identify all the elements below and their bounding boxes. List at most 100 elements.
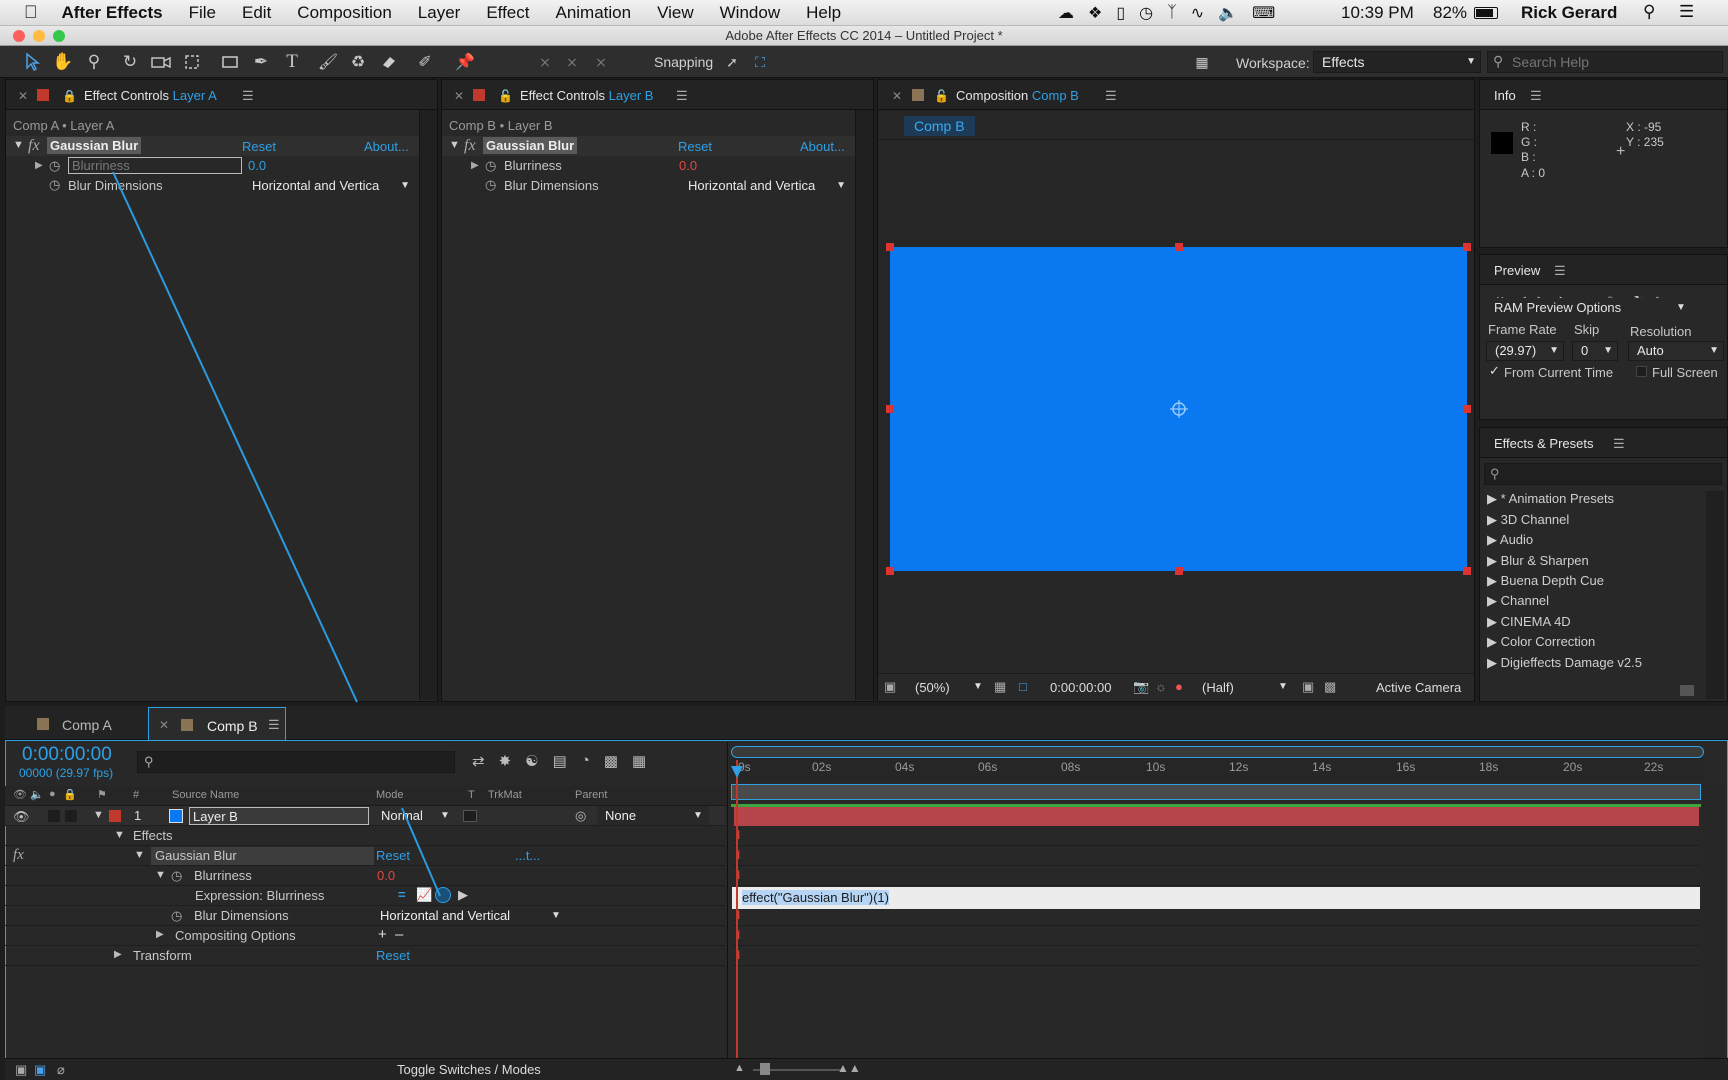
minimize-window-icon[interactable] xyxy=(33,30,45,42)
disclosure-triangle-closed[interactable]: ▶ xyxy=(114,949,122,960)
workspace-icon[interactable]: ▦ xyxy=(1191,51,1213,73)
menu-help[interactable]: Help xyxy=(806,3,841,23)
show-snapshot-icon[interactable]: ☼ xyxy=(1155,679,1167,694)
effects-list-item[interactable]: ▶ Buena Depth Cue xyxy=(1487,573,1604,589)
snap-edges-icon[interactable]: ➚ xyxy=(721,51,743,73)
menu-effect[interactable]: Effect xyxy=(486,3,529,23)
column-source-name[interactable]: Source Name xyxy=(172,789,239,801)
layer-handle[interactable] xyxy=(1175,567,1183,575)
effect-controls-b-tab[interactable]: Effect Controls Layer B xyxy=(520,88,653,103)
keyboard-icon[interactable]: ⌨ xyxy=(1252,3,1275,23)
zoom-in-icon[interactable]: ▲▲ xyxy=(837,1061,861,1075)
frame-rate-dropdown[interactable]: (29.97) ▼ xyxy=(1486,341,1564,361)
chevron-down-icon[interactable]: ▼ xyxy=(973,681,983,692)
from-current-time-checkbox[interactable]: ✓ xyxy=(1489,363,1500,379)
disclosure-triangle-closed[interactable]: ▶ xyxy=(156,929,164,940)
effect-row[interactable]: fx ▼ Gaussian Blur Reset ...t... xyxy=(5,846,725,866)
user-name[interactable]: Rick Gerard xyxy=(1521,3,1617,23)
expand-layer-switches-icon[interactable]: ▣ xyxy=(15,1062,27,1078)
effects-list-item[interactable]: ▶ Audio xyxy=(1487,532,1533,548)
menu-animation[interactable]: Animation xyxy=(555,3,631,23)
effects-list-item[interactable]: ▶ Color Correction xyxy=(1487,634,1595,650)
search-help-field[interactable]: ⚲ xyxy=(1487,51,1723,73)
column-mode[interactable]: Mode xyxy=(376,789,404,801)
parent-dropdown[interactable]: None ▼ xyxy=(597,806,709,825)
clock[interactable]: 10:39 PM xyxy=(1341,3,1414,23)
close-tab-icon[interactable]: ✕ xyxy=(454,89,464,103)
property-row[interactable]: ◷ Blur Dimensions Horizontal and Vertica… xyxy=(5,906,725,926)
zoom-out-icon[interactable]: ▲ xyxy=(734,1062,745,1074)
camera-view-dropdown[interactable]: Active Camera xyxy=(1376,680,1461,695)
transform-row[interactable]: ▶ Transform Reset xyxy=(5,946,725,966)
effect-controls-a-tab[interactable]: Effect Controls Layer A xyxy=(84,88,217,103)
expression-text[interactable]: effect("Gaussian Blur")(1) xyxy=(742,890,889,905)
time-navigator[interactable] xyxy=(731,746,1704,758)
preserve-transparency-checkbox[interactable] xyxy=(463,810,477,822)
menu-edit[interactable]: Edit xyxy=(242,3,271,23)
type-tool-icon[interactable]: T xyxy=(281,51,303,73)
timeline-scrollbar[interactable] xyxy=(1703,784,1725,1058)
visibility-eye-icon[interactable]: 👁 xyxy=(13,809,30,825)
hand-tool-icon[interactable]: ✋ xyxy=(52,51,74,73)
selection-tool-icon[interactable] xyxy=(21,51,43,73)
fx-icon[interactable]: fx xyxy=(28,137,40,155)
effects-list-item[interactable]: ▶ Channel xyxy=(1487,593,1549,609)
effects-list-item[interactable]: ▶ CINEMA 4D xyxy=(1487,614,1571,630)
remove-mask-icon[interactable]: – xyxy=(395,926,403,943)
volume-icon[interactable]: 🔈 xyxy=(1218,3,1238,23)
compositing-options-row[interactable]: ▶ Compositing Options + – xyxy=(5,926,725,946)
effects-list-item[interactable]: ▶ Blur & Sharpen xyxy=(1487,553,1589,569)
blurriness-value[interactable]: 0.0 xyxy=(679,158,697,173)
eraser-tool-icon[interactable] xyxy=(378,51,400,73)
layer-duration-bar[interactable] xyxy=(734,807,1699,826)
label-color-swatch[interactable] xyxy=(109,810,121,822)
scrollbar[interactable] xyxy=(1706,491,1724,699)
channels-icon[interactable]: ● xyxy=(1175,679,1183,694)
comp-breadcrumb-tab[interactable]: Comp B xyxy=(904,116,975,136)
effects-group-row[interactable]: ▼ Effects xyxy=(5,826,725,846)
effects-list-item[interactable]: ▶ Digieffects Damage v2.5 xyxy=(1487,655,1642,671)
layer-handle[interactable] xyxy=(1463,405,1471,413)
graph-editor-icon[interactable]: ▦ xyxy=(632,752,646,770)
chevron-down-icon[interactable]: ▼ xyxy=(1676,302,1686,313)
layer-handle[interactable] xyxy=(1463,243,1471,251)
menu-file[interactable]: File xyxy=(189,3,216,23)
column-parent[interactable]: Parent xyxy=(575,789,607,801)
layer-handle[interactable] xyxy=(886,405,894,413)
blur-dimensions-dropdown[interactable]: Horizontal and Vertical ▼ xyxy=(375,906,568,925)
app-menu[interactable]: After Effects xyxy=(62,3,163,23)
zoom-slider-thumb[interactable] xyxy=(760,1063,770,1075)
layer-row[interactable]: 👁 ▼ 1 Layer B Normal ▼ ◎ None ▼ xyxy=(5,806,725,826)
menu-window[interactable]: Window xyxy=(720,3,780,23)
expand-modes-icon[interactable]: ▣ xyxy=(34,1062,46,1078)
lock-icon[interactable]: 🔓 xyxy=(934,89,949,103)
ram-preview-options-label[interactable]: RAM Preview Options xyxy=(1494,300,1621,315)
timeline-search-field[interactable]: ⚲ xyxy=(137,751,455,773)
expression-pick-whip-icon[interactable] xyxy=(435,887,451,903)
effects-presets-tab[interactable]: Effects & Presets xyxy=(1494,436,1593,451)
composition-tab[interactable]: Composition Comp B xyxy=(956,88,1079,103)
menu-composition[interactable]: Composition xyxy=(297,3,392,23)
resolution-dropdown[interactable]: (Half) xyxy=(1202,680,1234,695)
property-row[interactable]: ▼ ◷ Blurriness 0.0 xyxy=(5,866,725,886)
panel-menu-icon[interactable]: ☰ xyxy=(1554,263,1566,279)
pan-behind-tool-icon[interactable] xyxy=(181,51,203,73)
audio-icon[interactable]: 🔈 xyxy=(30,788,44,801)
menu-view[interactable]: View xyxy=(657,3,694,23)
effect-name[interactable]: Gaussian Blur xyxy=(47,137,142,154)
layer-handle[interactable] xyxy=(886,243,894,251)
layer-handle[interactable] xyxy=(1175,243,1183,251)
fx-icon[interactable]: fx xyxy=(13,847,24,864)
full-screen-checkbox[interactable] xyxy=(1636,366,1647,377)
transparency-grid-icon[interactable]: ▩ xyxy=(1324,679,1336,695)
panel-menu-icon[interactable]: ☰ xyxy=(676,88,688,104)
layer-name-field[interactable]: Layer B xyxy=(189,807,369,825)
layer-handle[interactable] xyxy=(1463,567,1471,575)
new-bin-icon[interactable] xyxy=(1680,685,1694,696)
resolution-dropdown[interactable]: Auto ▼ xyxy=(1628,341,1724,361)
scrollbar[interactable] xyxy=(855,110,873,700)
blend-mode-dropdown[interactable]: Normal xyxy=(381,808,423,823)
solo-switch[interactable] xyxy=(48,810,60,822)
expression-enable-icon[interactable]: = xyxy=(398,887,406,902)
column-t[interactable]: T xyxy=(468,789,475,801)
